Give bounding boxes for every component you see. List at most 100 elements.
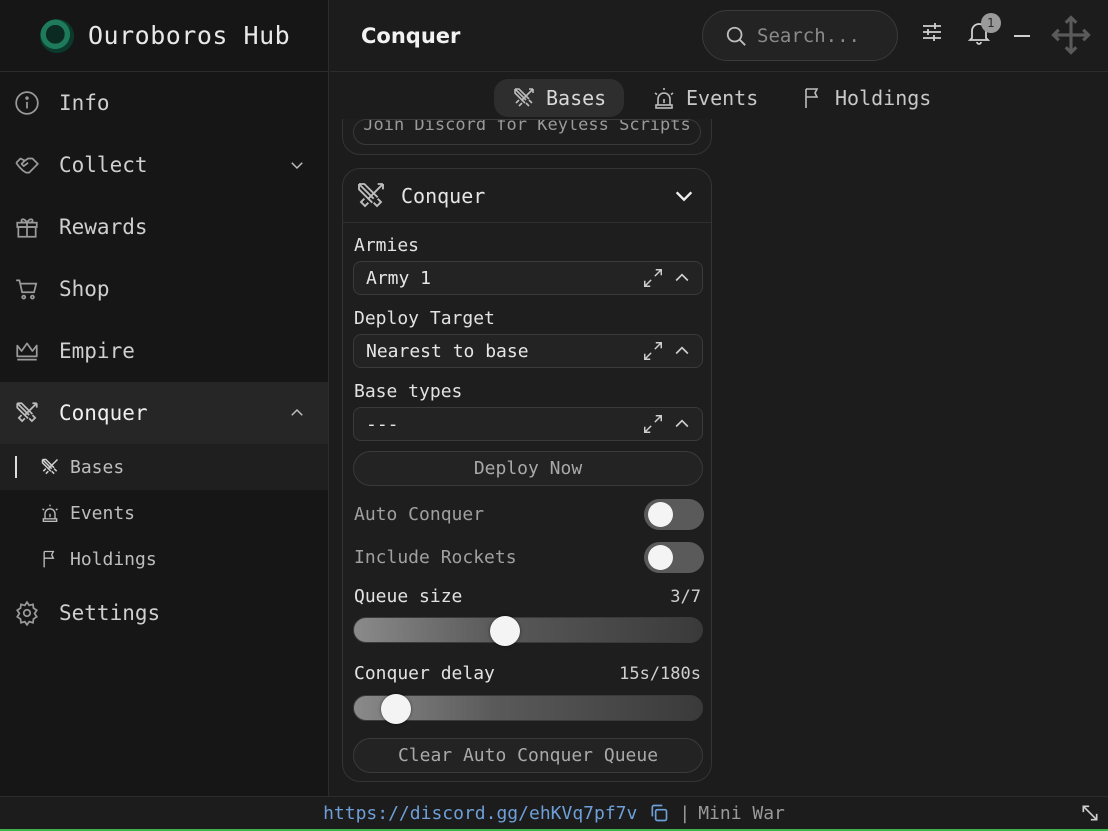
app-title: Ouroboros Hub: [88, 21, 291, 50]
deploy-target-dropdown[interactable]: Nearest to base: [353, 334, 703, 368]
page-title: Conquer: [361, 23, 461, 48]
footer-separator: |: [679, 802, 691, 824]
brand: Ouroboros Hub: [0, 0, 328, 72]
notification-badge: 1: [981, 13, 1001, 33]
deploy-target-value: Nearest to base: [366, 340, 529, 362]
queue-size-slider[interactable]: [353, 616, 703, 646]
notifications-button[interactable]: 1: [967, 13, 1001, 46]
filter-settings-button[interactable]: [920, 20, 944, 44]
sidebar-subitem-bases[interactable]: Bases: [0, 444, 328, 490]
sidebar-item-label: Rewards: [59, 215, 148, 239]
sidebar-item-settings[interactable]: Settings: [0, 582, 328, 644]
sidebar-item-conquer[interactable]: Conquer: [0, 382, 328, 444]
deploy-now-button[interactable]: Deploy Now: [353, 451, 703, 486]
sidebar-item-label: Shop: [59, 277, 110, 301]
sidebar-item-collect[interactable]: Collect: [0, 134, 328, 196]
sidebar-item-label: Info: [59, 91, 110, 115]
crossed-swords-icon: [355, 180, 387, 212]
crown-icon: [14, 338, 40, 364]
minus-icon: [1014, 35, 1030, 37]
info-icon: [14, 90, 40, 116]
chevron-down-icon[interactable]: [673, 185, 695, 207]
siren-icon: [40, 503, 60, 523]
move-window-handle[interactable]: [1050, 14, 1092, 56]
previous-card: Join Discord for Keyless Scripts: [342, 119, 712, 155]
toggle-knob: [648, 502, 673, 527]
sidebar-item-rewards[interactable]: Rewards: [0, 196, 328, 258]
queue-size-label: Queue size: [354, 586, 463, 607]
copy-icon[interactable]: [649, 803, 669, 823]
conquer-card-header[interactable]: Conquer: [343, 169, 711, 223]
clear-queue-button[interactable]: Clear Auto Conquer Queue: [353, 738, 703, 773]
search-input[interactable]: [757, 24, 867, 47]
base-types-label: Base types: [354, 381, 463, 402]
chevron-up-icon: [288, 404, 306, 422]
header: Conquer 1: [330, 0, 1108, 72]
armies-value: Army 1: [366, 267, 432, 289]
chevron-up-icon[interactable]: [672, 340, 692, 362]
sidebar-item-label: Collect: [59, 153, 148, 177]
discord-link[interactable]: https://discord.gg/ehKVq7pf7v: [323, 803, 637, 824]
tab-holdings[interactable]: Holdings: [783, 79, 949, 117]
sidebar-item-label: Empire: [59, 339, 135, 363]
sidebar-subitem-label: Holdings: [70, 548, 157, 570]
tab-events[interactable]: Events: [634, 79, 776, 117]
armies-dropdown[interactable]: Army 1: [353, 261, 703, 295]
tab-label: Bases: [546, 86, 607, 110]
move-icon: [1051, 15, 1091, 55]
tab-label: Events: [686, 86, 759, 110]
base-types-value: ---: [366, 413, 399, 435]
include-rockets-row: Include Rockets: [354, 541, 704, 573]
tab-bases[interactable]: Bases: [494, 79, 625, 117]
slider-handle[interactable]: [490, 616, 521, 646]
game-name: Mini War: [698, 802, 785, 824]
tab-bar: Bases Events Holdings: [330, 79, 1108, 119]
sidebar-item-info[interactable]: Info: [0, 72, 328, 134]
sidebar-item-label: Conquer: [59, 401, 148, 425]
expand-icon[interactable]: [642, 413, 664, 435]
search-box[interactable]: [702, 10, 898, 61]
app-window: Ouroboros Hub Info Collect Rewards Shop …: [0, 0, 1108, 831]
deploy-target-label: Deploy Target: [354, 308, 495, 329]
sliders-icon: [923, 23, 941, 41]
content-area: Join Discord for Keyless Scripts Conquer…: [330, 119, 1108, 794]
sidebar-subitem-label: Bases: [70, 456, 125, 478]
conquer-delay-slider[interactable]: [353, 694, 703, 724]
sidebar-item-label: Settings: [59, 601, 161, 625]
handshake-icon: [14, 152, 40, 178]
include-rockets-toggle[interactable]: [644, 542, 704, 573]
crossed-swords-icon: [14, 400, 40, 426]
gear-icon: [14, 600, 40, 626]
join-discord-button[interactable]: Join Discord for Keyless Scripts: [353, 119, 701, 145]
minimize-button[interactable]: [1012, 23, 1032, 47]
conquer-delay-label: Conquer delay: [354, 663, 495, 684]
ouroboros-logo-icon: [40, 18, 74, 53]
sidebar: Ouroboros Hub Info Collect Rewards Shop …: [0, 0, 329, 796]
sidebar-item-shop[interactable]: Shop: [0, 258, 328, 320]
chevron-up-icon[interactable]: [672, 267, 692, 289]
base-types-dropdown[interactable]: ---: [353, 407, 703, 441]
footer: https://discord.gg/ehKVq7pf7v | Mini War: [0, 796, 1108, 829]
chevron-up-icon[interactable]: [672, 413, 692, 435]
cart-icon: [14, 276, 40, 302]
crossed-swords-icon: [40, 457, 60, 477]
sidebar-subitem-events[interactable]: Events: [0, 490, 328, 536]
queue-size-value: 3/7: [670, 587, 701, 607]
toggle-knob: [648, 545, 673, 570]
search-icon: [725, 25, 747, 47]
armies-label: Armies: [354, 235, 420, 256]
auto-conquer-row: Auto Conquer: [354, 498, 704, 530]
slider-handle[interactable]: [380, 694, 411, 724]
expand-icon[interactable]: [642, 267, 664, 289]
sidebar-item-empire[interactable]: Empire: [0, 320, 328, 382]
expand-icon[interactable]: [642, 340, 664, 362]
tab-label: Holdings: [835, 86, 932, 110]
conquer-card: Conquer Armies Army 1 Deploy Target Near…: [342, 168, 712, 782]
flag-icon: [40, 549, 60, 569]
sidebar-subitem-holdings[interactable]: Holdings: [0, 536, 328, 582]
resize-icon[interactable]: [1080, 803, 1100, 823]
gift-icon: [14, 214, 40, 240]
chevron-down-icon: [288, 156, 306, 174]
auto-conquer-toggle[interactable]: [644, 499, 704, 530]
flag-icon: [801, 86, 825, 110]
